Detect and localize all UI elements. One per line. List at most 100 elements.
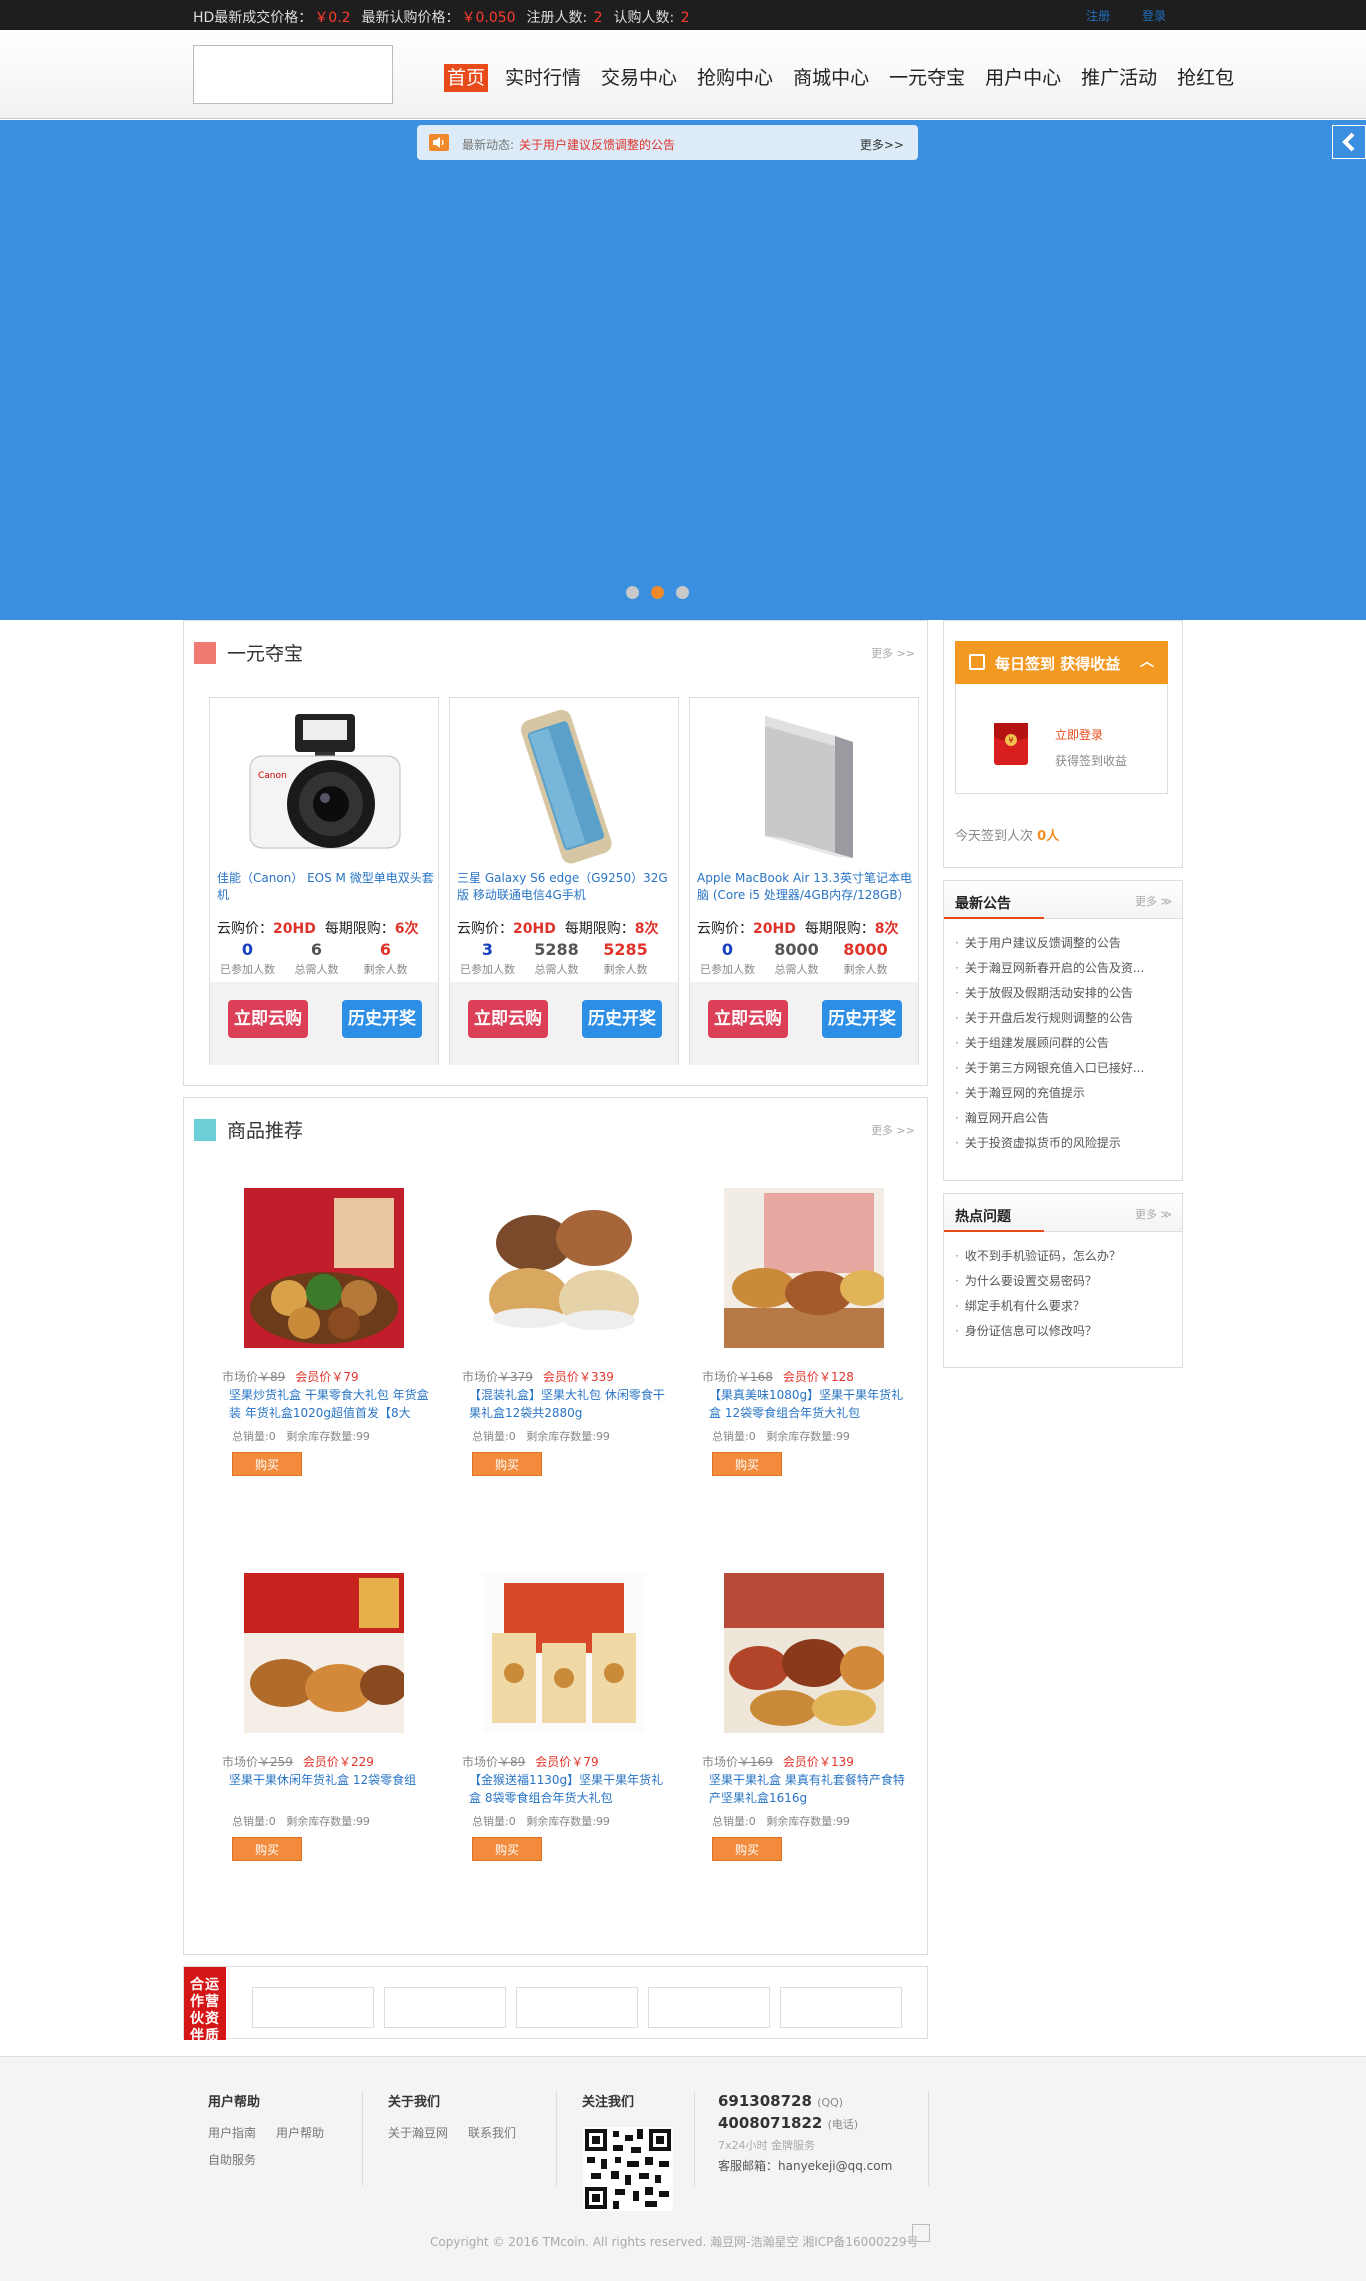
nav-mall[interactable]: 商城中心: [790, 64, 872, 92]
member-price: ￥139: [818, 1755, 854, 1769]
buy-button[interactable]: 购买: [232, 1837, 302, 1861]
announcement-item[interactable]: 关于用户建议反馈调整的公告: [955, 931, 1177, 956]
nav-treasure[interactable]: 一元夺宝: [886, 64, 968, 92]
product-name-link[interactable]: 坚果干果休闲年货礼盒 12袋零食组: [229, 1771, 431, 1807]
footer-divider: [928, 2091, 929, 2186]
faq-more-link[interactable]: 更多 ≫: [1135, 1206, 1172, 1222]
footer-divider: [362, 2091, 363, 2186]
chevron-left-icon: [1342, 132, 1355, 152]
site-header: 首页 实时行情 交易中心 抢购中心 商城中心 一元夺宝 用户中心 推广活动 抢红…: [0, 30, 1366, 119]
nuts-gift-box-image[interactable]: [244, 1188, 404, 1348]
login-link[interactable]: 登录: [1142, 9, 1166, 23]
faq-item[interactable]: 收不到手机验证码，怎么办？: [955, 1244, 1177, 1269]
footer-link[interactable]: 用户帮助: [276, 2126, 324, 2140]
monkey-gift-box-image[interactable]: [484, 1573, 644, 1733]
nuts-bowls-image[interactable]: [484, 1188, 644, 1348]
footer-link[interactable]: 关于瀚豆网: [388, 2126, 448, 2140]
announcement-item[interactable]: 关于放假及假期活动安排的公告: [955, 981, 1177, 1006]
treasure-item-title[interactable]: 佳能（Canon） EOS M 微型单电双头套机: [217, 870, 435, 906]
treasure-price-line: 云购价：20HD 每期限购：8次: [697, 918, 898, 938]
carousel-dot[interactable]: [676, 586, 689, 599]
buy-price-value: ￥0.050: [461, 10, 516, 26]
buy-now-button[interactable]: 立即云购: [468, 1000, 548, 1038]
register-link[interactable]: 注册: [1086, 9, 1110, 23]
product-prices: 市场价￥89 会员价￥79: [222, 1368, 359, 1385]
site-footer: 用户帮助 用户指南 用户帮助 自助服务 关于我们 关于瀚豆网 联系我们 关注我们 6…: [0, 2056, 1366, 2281]
history-button[interactable]: 历史开奖: [342, 1000, 422, 1038]
nav-market[interactable]: 实时行情: [502, 64, 584, 92]
footer-link[interactable]: 自助服务: [208, 2151, 344, 2168]
buy-now-button[interactable]: 立即云购: [228, 1000, 308, 1038]
news-message-link[interactable]: 关于用户建议反馈调整的公告: [519, 136, 675, 153]
footer-link[interactable]: 联系我们: [468, 2126, 516, 2140]
products-more-link[interactable]: 更多 >>: [871, 1122, 915, 1138]
camera-image[interactable]: Canon: [225, 706, 425, 866]
nav-redpacket[interactable]: 抢红包: [1174, 64, 1237, 92]
product-name-link[interactable]: 【金猴送福1130g】坚果干果年货礼盒 8袋零食组合年货大礼包: [469, 1771, 671, 1807]
announcement-item[interactable]: 关于组建发展顾问群的公告: [955, 1031, 1177, 1056]
announcement-item[interactable]: 关于投资虚拟货币的风险提示: [955, 1131, 1177, 1156]
nav-rush[interactable]: 抢购中心: [694, 64, 776, 92]
buy-now-button[interactable]: 立即云购: [708, 1000, 788, 1038]
faq-item[interactable]: 为什么要设置交易密码？: [955, 1269, 1177, 1294]
total-label: 总需人数: [774, 963, 819, 976]
stock-count: 99: [595, 1815, 610, 1828]
buy-button[interactable]: 购买: [472, 1837, 542, 1861]
total-count: 8000: [774, 940, 819, 959]
nav-home[interactable]: 首页: [444, 64, 489, 92]
product-name-link[interactable]: 【混装礼盒】坚果大礼包 休闲零食干果礼盒12袋共2880g: [469, 1386, 671, 1422]
treasure-more-link[interactable]: 更多 >>: [871, 645, 915, 661]
announcement-item[interactable]: 瀚豆网开启公告: [955, 1106, 1177, 1131]
nav-promo[interactable]: 推广活动: [1078, 64, 1160, 92]
joined-count: 3: [481, 940, 494, 959]
partner-logo[interactable]: [648, 1987, 770, 2028]
buy-button[interactable]: 购买: [712, 1837, 782, 1861]
phone-image[interactable]: [465, 706, 665, 866]
nav-trade[interactable]: 交易中心: [598, 64, 680, 92]
sold-count: 0: [748, 1815, 756, 1828]
news-more-link[interactable]: 更多>>: [860, 136, 904, 153]
limit-label: 每期限购：: [324, 921, 395, 937]
announcement-item[interactable]: 关于开盘后发行规则调整的公告: [955, 1006, 1177, 1031]
product-name-link[interactable]: 坚果炒货礼盒 干果零食大礼包 年货盒装 年货礼盒1020g超值首发【8大: [229, 1386, 431, 1422]
carousel-dot-active[interactable]: [651, 586, 664, 599]
buy-button[interactable]: 购买: [712, 1452, 782, 1476]
partner-logo[interactable]: [252, 1987, 374, 2028]
buy-button[interactable]: 购买: [232, 1452, 302, 1476]
faq-item[interactable]: 身份证信息可以修改吗？: [955, 1319, 1177, 1344]
footer-divider: [556, 2091, 557, 2186]
nuts-gift-set-image[interactable]: [724, 1188, 884, 1348]
partner-logo[interactable]: [780, 1987, 902, 2028]
site-logo[interactable]: [193, 45, 393, 104]
announcements-title: 最新公告: [955, 896, 1011, 912]
carousel-dot[interactable]: [626, 586, 639, 599]
treasure-item-title[interactable]: Apple MacBook Air 13.3英寸笔记本电脑 (Core i5 处…: [697, 870, 915, 906]
announcement-item[interactable]: 关于第三方网银充值入口已接好...: [955, 1056, 1177, 1081]
partner-logo[interactable]: [384, 1987, 506, 2028]
side-collapse-tab[interactable]: [1332, 125, 1366, 159]
member-price: ￥229: [338, 1755, 374, 1769]
nav-user[interactable]: 用户中心: [982, 64, 1064, 92]
joined-label: 已参加人数: [460, 963, 515, 976]
history-button[interactable]: 历史开奖: [582, 1000, 662, 1038]
nuts-fortune-box-image[interactable]: [244, 1573, 404, 1733]
signin-login-link[interactable]: 立即登录: [1055, 726, 1103, 743]
stock-count: 99: [355, 1430, 370, 1443]
signin-bar[interactable]: 每日签到 获得收益 ︿: [955, 641, 1168, 684]
partners-strip: 运营资质 合作伙伴: [183, 1966, 928, 2044]
market-price: ￥89: [498, 1755, 526, 1769]
laptop-image[interactable]: [705, 706, 905, 866]
announcements-more-link[interactable]: 更多 ≫: [1135, 893, 1172, 909]
faq-item[interactable]: 绑定手机有什么要求？: [955, 1294, 1177, 1319]
announcement-item[interactable]: 关于瀚豆网新春开启的公告及资...: [955, 956, 1177, 981]
nuts-platter-image[interactable]: [724, 1573, 884, 1733]
treasure-item-title[interactable]: 三星 Galaxy S6 edge（G9250）32G版 移动联通电信4G手机: [457, 870, 675, 906]
footer-link[interactable]: 用户指南: [208, 2126, 256, 2140]
history-button[interactable]: 历史开奖: [822, 1000, 902, 1038]
buy-button[interactable]: 购买: [472, 1452, 542, 1476]
partner-logo[interactable]: [516, 1987, 638, 2028]
product-name-link[interactable]: 坚果干果礼盒 果真有礼套餐特产食特产坚果礼盒1616g: [709, 1771, 911, 1807]
product-name-link[interactable]: 【果真美味1080g】坚果干果年货礼盒 12袋零食组合年货大礼包: [709, 1386, 911, 1422]
joined-label: 已参加人数: [220, 963, 275, 976]
announcement-item[interactable]: 关于瀚豆网的充值提示: [955, 1081, 1177, 1106]
